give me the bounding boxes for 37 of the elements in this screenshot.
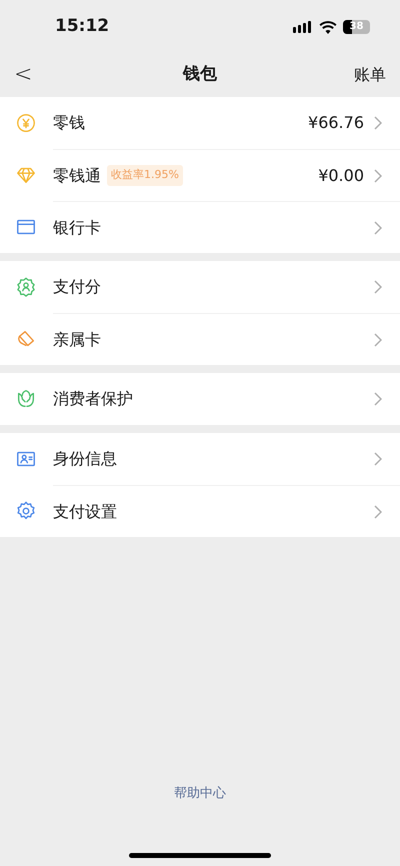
menu-item[interactable]: 支付设置 [0, 485, 400, 537]
menu-item[interactable]: 银行卡 [0, 201, 400, 253]
chevron-right-icon [374, 504, 382, 518]
menu-label: 消费者保护 [53, 388, 133, 410]
bill-link[interactable]: 账单 [354, 62, 386, 86]
menu-item[interactable]: 支付分 [0, 261, 400, 313]
chevron-right-icon [374, 392, 382, 406]
menu-item[interactable]: 身份信息 [0, 433, 400, 485]
wifi-icon [319, 20, 337, 34]
menu-label: 身份信息 [53, 448, 117, 470]
chevron-right-icon [374, 116, 382, 130]
chevron-right-icon [374, 452, 382, 466]
menu-item[interactable]: 零钱 ¥66.76 [0, 97, 400, 149]
menu-label: 银行卡 [53, 216, 101, 238]
badge-person-icon [15, 276, 37, 298]
menu-item[interactable]: 消费者保护 [0, 373, 400, 425]
chevron-right-icon [374, 332, 382, 346]
menu-label: 零钱 [53, 112, 85, 134]
yield-tag: 收益率1.95% [107, 165, 183, 186]
back-button[interactable]: < [14, 64, 32, 86]
chevron-right-icon [374, 220, 382, 234]
menu-label: 支付设置 [53, 500, 117, 522]
signal-icon [293, 21, 313, 33]
settings-icon [15, 500, 37, 522]
amount: ¥0.00 [318, 164, 364, 186]
menu-label: 亲属卡 [53, 328, 101, 350]
yen-coin-icon [15, 112, 37, 134]
page-title: 钱包 [183, 62, 217, 86]
chevron-right-icon [374, 280, 382, 294]
help-center-link[interactable]: 帮助中心 [174, 784, 226, 803]
status-time: 15:12 [55, 15, 110, 38]
menu-item[interactable]: 亲属卡 [0, 313, 400, 365]
amount: ¥66.76 [308, 112, 364, 134]
menu-label: 支付分 [53, 276, 101, 298]
menu-label: 零钱通 [53, 164, 101, 186]
menu-item[interactable]: 零钱通 收益率1.95% ¥0.00 [0, 149, 400, 201]
chevron-right-icon [374, 168, 382, 182]
